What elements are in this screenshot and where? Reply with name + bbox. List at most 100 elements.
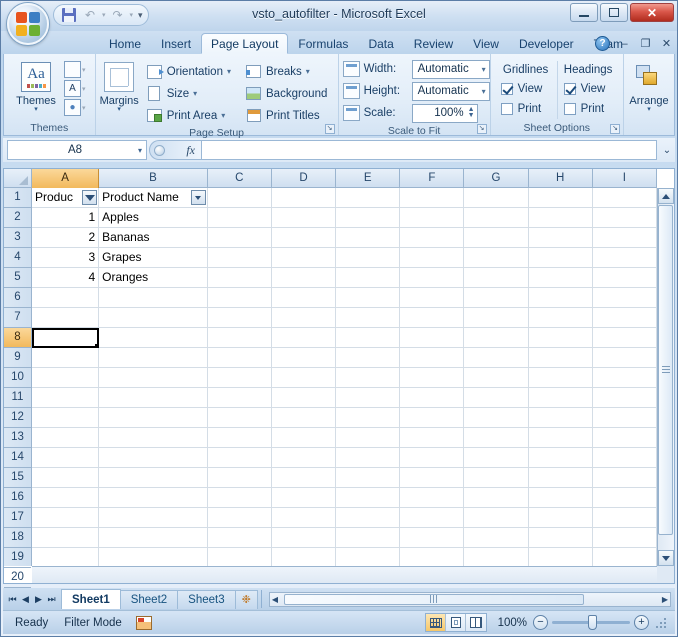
expand-formula-bar-icon[interactable]: ⌄ [659, 145, 675, 156]
cell-c10[interactable] [207, 368, 272, 388]
tab-review[interactable]: Review [404, 33, 463, 54]
column-header-i[interactable]: I [593, 169, 657, 188]
cell-c13[interactable] [207, 428, 272, 448]
height-combo[interactable]: Automatic ▾ [411, 81, 490, 101]
cell-h17[interactable] [528, 508, 593, 528]
cell-i8[interactable] [592, 328, 657, 348]
cell-f3[interactable] [400, 228, 465, 248]
help-icon[interactable]: ? [595, 36, 610, 51]
cell-h12[interactable] [528, 408, 593, 428]
page-break-preview-button[interactable] [466, 614, 486, 631]
cell-g3[interactable] [464, 228, 529, 248]
row-header-6[interactable]: 6 [4, 288, 31, 308]
theme-effects-button[interactable]: ● ▾ [64, 99, 86, 116]
row-header-9[interactable]: 9 [4, 348, 31, 368]
cell-e13[interactable] [336, 428, 401, 448]
themes-button[interactable]: Aa Themes ▾ [8, 59, 64, 113]
zoom-in-button[interactable]: + [634, 615, 649, 630]
cell-c15[interactable] [207, 468, 272, 488]
scale-to-fit-dialog-launcher[interactable]: ↘ [476, 124, 487, 134]
headings-print-checkbox[interactable] [563, 103, 576, 115]
cell-e1[interactable] [336, 188, 401, 208]
hscroll-right-icon[interactable]: ▶ [662, 595, 668, 604]
orientation-button[interactable]: Orientation ▾ [143, 61, 234, 82]
cell-b3[interactable]: Bananas [99, 228, 208, 248]
cell-a8[interactable] [32, 328, 100, 348]
cell-f12[interactable] [400, 408, 465, 428]
cell-i19[interactable] [593, 548, 657, 566]
cell-e4[interactable] [336, 248, 401, 268]
cell-h14[interactable] [528, 448, 593, 468]
cell-a5[interactable]: 4 [32, 268, 100, 288]
close-workbook-icon[interactable]: ✕ [660, 37, 673, 50]
cell-d17[interactable] [271, 508, 337, 528]
row-header-18[interactable]: 18 [4, 528, 31, 548]
cell-i17[interactable] [592, 508, 657, 528]
cell-a10[interactable] [32, 368, 100, 388]
cell-d19[interactable] [272, 548, 337, 566]
sheet-tab-sheet1[interactable]: Sheet1 [61, 589, 121, 609]
cell-e6[interactable] [336, 288, 401, 308]
cell-i14[interactable] [592, 448, 657, 468]
cell-b16[interactable] [99, 488, 208, 508]
cell-b8[interactable] [99, 328, 208, 348]
cell-c8[interactable] [207, 328, 272, 348]
headings-print-row[interactable]: Print [560, 99, 617, 119]
cell-c12[interactable] [207, 408, 272, 428]
cell-g13[interactable] [464, 428, 529, 448]
tab-home[interactable]: Home [99, 33, 151, 54]
cell-i6[interactable] [592, 288, 657, 308]
cell-d16[interactable] [271, 488, 337, 508]
row-header-10[interactable]: 10 [4, 368, 31, 388]
cell-d3[interactable] [271, 228, 337, 248]
cell-e11[interactable] [336, 388, 401, 408]
cell-f1[interactable] [400, 188, 465, 208]
print-area-button[interactable]: Print Area ▾ [143, 105, 234, 126]
cell-f17[interactable] [400, 508, 465, 528]
cell-d1[interactable] [271, 188, 337, 208]
cell-g6[interactable] [464, 288, 529, 308]
cell-f10[interactable] [400, 368, 465, 388]
cell-i4[interactable] [592, 248, 657, 268]
column-header-a[interactable]: A [32, 169, 100, 188]
cell-d15[interactable] [271, 468, 337, 488]
gridlines-view-row[interactable]: View [497, 79, 555, 99]
cell-a11[interactable] [32, 388, 100, 408]
minimize-ribbon-icon[interactable]: – [618, 38, 631, 50]
cell-c16[interactable] [207, 488, 272, 508]
cell-i13[interactable] [592, 428, 657, 448]
row-header-1[interactable]: 1 [4, 188, 31, 208]
cell-i1[interactable] [592, 188, 657, 208]
cell-e10[interactable] [336, 368, 401, 388]
minimize-button[interactable] [570, 3, 598, 22]
window-resize-grip[interactable] [655, 617, 667, 629]
cell-e3[interactable] [336, 228, 401, 248]
cell-a15[interactable] [32, 468, 100, 488]
cell-e15[interactable] [336, 468, 401, 488]
cell-a13[interactable] [32, 428, 100, 448]
cell-i2[interactable] [592, 208, 657, 228]
cell-b14[interactable] [99, 448, 208, 468]
restore-window-icon[interactable]: ❐ [639, 37, 652, 50]
cell-c14[interactable] [207, 448, 272, 468]
column-header-d[interactable]: D [272, 169, 337, 188]
cell-i12[interactable] [592, 408, 657, 428]
cell-e17[interactable] [336, 508, 401, 528]
cell-b13[interactable] [99, 428, 208, 448]
cell-i11[interactable] [592, 388, 657, 408]
theme-colors-button[interactable]: ▾ [64, 61, 86, 78]
cell-d18[interactable] [271, 528, 337, 548]
row-header-17[interactable]: 17 [4, 508, 31, 528]
cell-e16[interactable] [336, 488, 401, 508]
name-box-caret-icon[interactable]: ▾ [138, 146, 142, 155]
tab-insert[interactable]: Insert [151, 33, 201, 54]
cell-b1[interactable]: Product Name [99, 188, 208, 208]
insert-worksheet-button[interactable]: ❉ [234, 589, 258, 609]
cell-g17[interactable] [464, 508, 529, 528]
background-button[interactable]: Background [242, 83, 330, 104]
select-all-button[interactable] [4, 169, 32, 188]
zoom-out-button[interactable]: − [533, 615, 548, 630]
cell-e5[interactable] [336, 268, 401, 288]
breaks-button[interactable]: Breaks ▾ [242, 61, 330, 82]
filter-button-a[interactable] [82, 190, 98, 207]
